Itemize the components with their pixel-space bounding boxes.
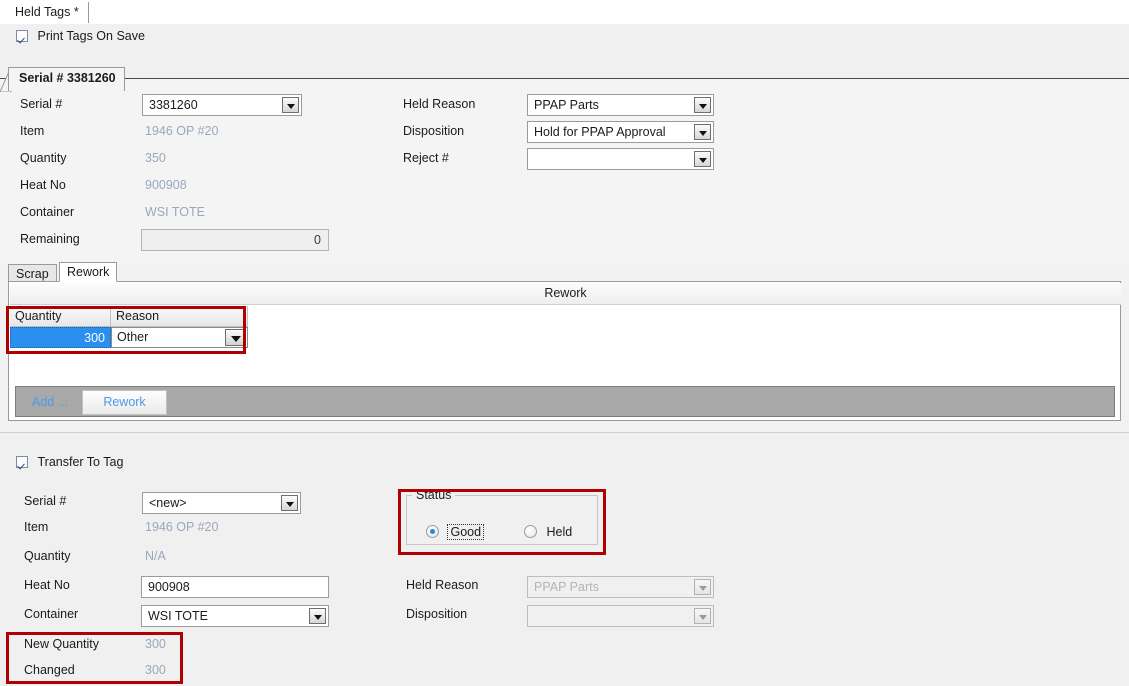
document-tab-strip: Held Tags * — [0, 0, 1129, 24]
chevron-down-icon — [694, 579, 711, 595]
serial-tab-page: Serial # 3381260 Serial # Item Quantity … — [0, 67, 1129, 264]
transfer-value-quantity: N/A — [145, 549, 166, 563]
reject-number-combo[interactable] — [527, 148, 714, 170]
highlight-box-rework-grid — [6, 306, 246, 354]
serial-number-combo[interactable]: 3381260 — [142, 94, 302, 116]
add-link[interactable]: Add ... — [32, 395, 68, 409]
tab-rework[interactable]: Rework — [59, 262, 118, 282]
label-transfer-container: Container — [24, 607, 79, 621]
label-remaining: Remaining — [20, 232, 80, 246]
transfer-to-tag-label: Transfer To Tag — [37, 455, 124, 469]
label-heat-no: Heat No — [20, 178, 66, 192]
highlight-box-new-quantity — [6, 632, 183, 684]
chevron-down-icon — [694, 608, 711, 624]
transfer-held-reason-combo-value: PPAP Parts — [534, 580, 599, 594]
label-held-reason: Held Reason — [403, 97, 476, 111]
remaining-value: 0 — [314, 233, 321, 247]
rework-action-band: Add ... Rework — [15, 386, 1115, 417]
label-transfer-heat-no: Heat No — [24, 578, 70, 592]
highlight-box-status-group — [398, 489, 606, 555]
rework-title-text: Rework — [544, 286, 587, 300]
chevron-down-icon[interactable] — [694, 97, 711, 113]
transfer-serial-number-combo-value: <new> — [149, 496, 187, 510]
held-reason-combo-value: PPAP Parts — [534, 98, 599, 112]
label-transfer-item: Item — [24, 520, 49, 534]
label-transfer-serial-number: Serial # — [24, 494, 67, 508]
label-item: Item — [20, 124, 45, 138]
chevron-down-icon[interactable] — [309, 608, 326, 624]
value-heat-no: 900908 — [145, 178, 187, 192]
chevron-down-icon[interactable] — [694, 151, 711, 167]
transfer-held-reason-combo: PPAP Parts — [527, 576, 714, 598]
scrap-rework-tab-strip: Scrap Rework — [8, 262, 1121, 282]
held-reason-combo[interactable]: PPAP Parts — [527, 94, 714, 116]
disposition-combo-value: Hold for PPAP Approval — [534, 125, 666, 139]
print-tags-on-save-row[interactable]: Print Tags On Save — [16, 29, 145, 43]
serial-tab-header[interactable]: Serial # 3381260 — [8, 67, 125, 91]
transfer-to-tag-row[interactable]: Transfer To Tag — [16, 455, 123, 469]
value-quantity: 350 — [145, 151, 166, 165]
label-serial-number: Serial # — [20, 97, 63, 111]
transfer-container-combo[interactable]: WSI TOTE — [141, 605, 329, 627]
transfer-heat-no-field[interactable]: 900908 — [141, 576, 329, 598]
disposition-combo[interactable]: Hold for PPAP Approval — [527, 121, 714, 143]
label-transfer-disposition: Disposition — [406, 607, 468, 621]
label-transfer-quantity: Quantity — [24, 549, 71, 563]
print-options-bar — [0, 24, 1129, 79]
rework-button[interactable]: Rework — [82, 390, 167, 415]
remaining-field: 0 — [141, 229, 329, 251]
value-container: WSI TOTE — [145, 205, 205, 219]
serial-number-combo-value: 3381260 — [149, 98, 198, 112]
transfer-container-combo-value: WSI TOTE — [148, 609, 208, 623]
transfer-disposition-combo — [527, 605, 714, 627]
rework-title-bar: Rework — [10, 283, 1121, 305]
label-transfer-held-reason: Held Reason — [406, 578, 479, 592]
document-tab-held-tags[interactable]: Held Tags * — [8, 2, 89, 23]
print-tags-on-save-checkbox[interactable] — [16, 30, 28, 42]
print-tags-on-save-label: Print Tags On Save — [37, 29, 145, 43]
value-item: 1946 OP #20 — [145, 124, 219, 138]
label-reject-number: Reject # — [403, 151, 449, 165]
transfer-serial-number-combo[interactable]: <new> — [142, 492, 301, 514]
transfer-value-item: 1946 OP #20 — [145, 520, 219, 534]
chevron-down-icon[interactable] — [281, 495, 298, 511]
chevron-down-icon[interactable] — [694, 124, 711, 140]
transfer-to-tag-checkbox[interactable] — [16, 456, 28, 468]
transfer-heat-no-value: 900908 — [148, 580, 190, 594]
label-quantity: Quantity — [20, 151, 67, 165]
chevron-down-icon[interactable] — [282, 97, 299, 113]
label-container: Container — [20, 205, 75, 219]
tab-scrap[interactable]: Scrap — [8, 264, 57, 282]
label-disposition: Disposition — [403, 124, 465, 138]
